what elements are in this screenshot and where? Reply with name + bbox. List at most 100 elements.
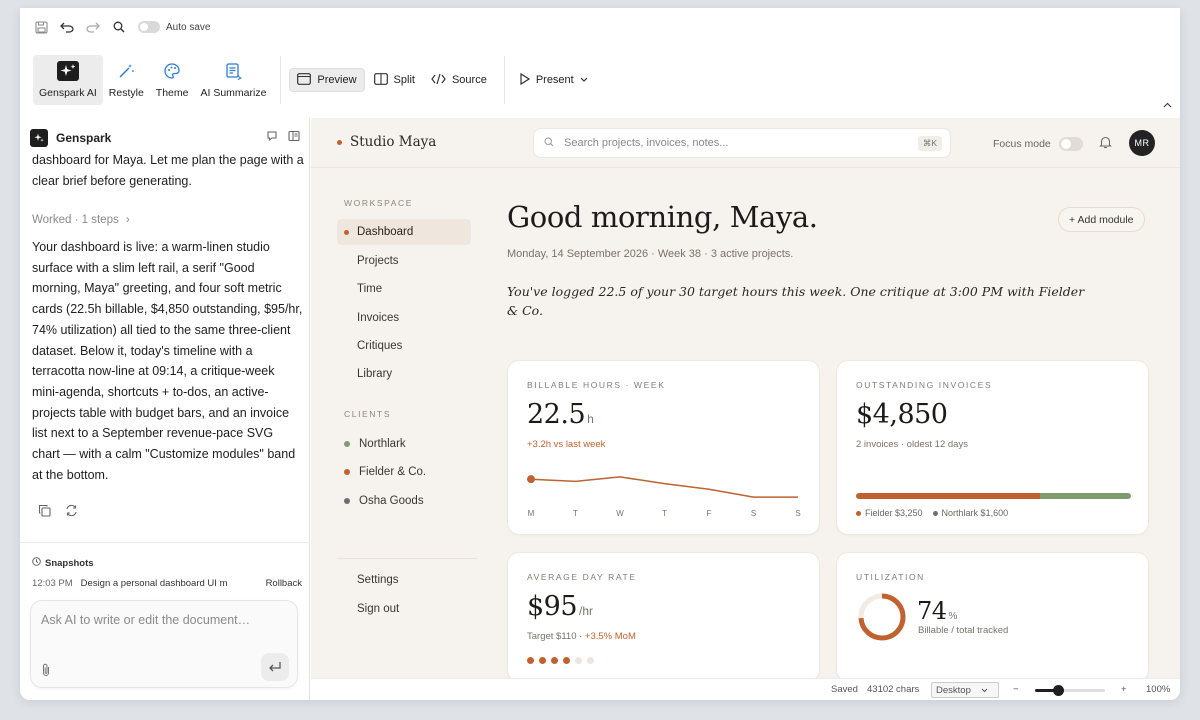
snapshot-time: 12:03 PM <box>32 578 73 589</box>
billable-value: 22.5 <box>527 399 586 430</box>
nav-item-invoices[interactable]: Invoices <box>337 305 471 331</box>
split-icon <box>373 72 388 88</box>
message-actions <box>38 504 78 522</box>
attach-icon[interactable] <box>41 663 51 682</box>
nav-item-settings[interactable]: Settings <box>337 567 471 593</box>
invoice-bar-segment <box>856 493 1041 499</box>
workspace-label: WORKSPACE <box>344 198 414 208</box>
chat-input-box[interactable]: Ask AI to write or edit the document… <box>30 600 298 688</box>
billable-hours-card[interactable]: BILLABLE HOURS · WEEK 22.5 h +3.2h vs las… <box>507 360 820 535</box>
clients-label: CLIENTS <box>344 409 392 420</box>
snapshot-item[interactable]: 12:03 PM Design a personal dashboard UI … <box>32 578 302 589</box>
outstanding-invoices-card[interactable]: OUTSTANDING INVOICES $4,850 2 invoices ·… <box>836 360 1149 535</box>
preview-button[interactable]: Preview <box>289 68 365 92</box>
zoom-out-button[interactable]: − <box>1013 684 1019 695</box>
util-sub: Billable / total tracked <box>918 625 1009 636</box>
nav-item-critiques[interactable]: Critiques <box>337 333 471 359</box>
dashboard-preview: Studio Maya Search projects, invoices, n… <box>311 118 1180 678</box>
source-button[interactable]: Source <box>424 68 494 92</box>
rollback-button[interactable]: Rollback <box>266 578 302 589</box>
rating-dot <box>527 657 534 664</box>
split-button[interactable]: Split <box>367 68 422 92</box>
preview-label: Preview <box>317 74 357 86</box>
snapshots-title: Snapshots <box>45 557 94 569</box>
chevron-right-icon: › <box>125 214 130 226</box>
sparkline-day-label: S <box>751 509 756 518</box>
nav-item-library[interactable]: Library <box>337 361 471 387</box>
editor-window: Auto save Genspark AI Restyle Theme AI S… <box>20 8 1180 700</box>
add-module-button[interactable]: + Add module <box>1058 207 1145 232</box>
left-rail: WORKSPACE Dashboard Projects Time Invoic… <box>337 198 477 514</box>
date-line: Monday, 14 September 2026 · Week 38 · 3 … <box>507 248 794 260</box>
billable-unit: h <box>587 412 594 426</box>
redo-icon[interactable] <box>86 20 100 34</box>
day-rate-card[interactable]: AVERAGE DAY RATE $95/hr Target $110 · +3… <box>507 552 820 678</box>
legend-northlark-label: Northlark $1,600 <box>941 508 1009 518</box>
rate-value: $95 <box>527 591 578 622</box>
save-icon[interactable] <box>34 20 48 34</box>
rate-delta: +3.5% MoM <box>584 631 636 642</box>
nav-item-projects[interactable]: Projects <box>337 248 471 274</box>
card-label: BILLABLE HOURS · WEEK <box>527 380 666 390</box>
copy-icon[interactable] <box>38 504 51 522</box>
snapshots-divider <box>20 542 310 543</box>
search-bar[interactable]: Search projects, invoices, notes... ⌘K <box>533 128 951 158</box>
snapshots-header: Snapshots <box>32 557 94 569</box>
zoom-slider[interactable] <box>1035 685 1105 696</box>
theme-button[interactable]: Theme <box>150 55 195 105</box>
undo-icon[interactable] <box>60 20 74 34</box>
search-icon[interactable] <box>112 20 126 34</box>
restyle-button[interactable]: Restyle <box>103 55 150 105</box>
ai-summarize-button[interactable]: AI Summarize <box>194 55 272 105</box>
collapse-toolbar-icon[interactable] <box>1163 100 1172 110</box>
chat-input-placeholder[interactable]: Ask AI to write or edit the document… <box>41 613 250 627</box>
search-icon <box>544 136 554 150</box>
zoom-slider-handle[interactable] <box>1053 685 1065 696</box>
panel-toggle-icon[interactable] <box>288 129 300 147</box>
zoom-level: 100% <box>1146 684 1171 695</box>
genspark-ai-button[interactable]: Genspark AI <box>33 55 103 105</box>
client-northlark[interactable]: Northlark <box>337 431 477 457</box>
focus-mode-toggle[interactable] <box>1058 137 1083 151</box>
present-button[interactable]: Present <box>513 68 595 92</box>
zoom-in-button[interactable]: + <box>1121 684 1127 695</box>
client-fielder[interactable]: Fielder & Co. <box>337 459 477 485</box>
new-chat-icon[interactable] <box>266 129 278 147</box>
sparkline-day-label: M <box>528 509 535 518</box>
device-value: Desktop <box>936 684 971 696</box>
rating-dot <box>587 657 594 664</box>
device-select[interactable]: Desktop <box>931 682 999 698</box>
sparkline-day-label: S <box>795 509 800 518</box>
utilization-card[interactable]: UTILIZATION 74% Billable / total tracked <box>836 552 1149 678</box>
save-status: Saved <box>831 684 858 695</box>
intro-text: You've logged 22.5 of your 30 target hou… <box>507 284 1085 318</box>
bell-icon[interactable] <box>1099 135 1112 154</box>
worked-steps-toggle[interactable]: Worked · 1 steps › <box>32 214 130 226</box>
toolbar-divider <box>503 56 505 104</box>
autosave-toggle[interactable] <box>138 21 160 33</box>
chat-title: Genspark <box>56 131 112 145</box>
card-value: 74% <box>917 597 957 625</box>
nav-item-dashboard[interactable]: Dashboard <box>337 219 471 246</box>
preview-icon <box>297 72 312 88</box>
split-label: Split <box>393 74 415 86</box>
rate-rating-dots <box>527 657 594 664</box>
char-count: 43102 chars <box>867 684 920 695</box>
restyle-label: Restyle <box>108 87 144 99</box>
regenerate-icon[interactable] <box>65 504 78 522</box>
code-icon <box>431 73 446 88</box>
sparkline-series <box>530 476 798 498</box>
send-button[interactable] <box>261 653 289 681</box>
avatar[interactable]: MR <box>1129 130 1155 156</box>
rate-sub: Target $110 · +3.5% MoM <box>527 631 636 642</box>
legend-dot <box>932 511 938 517</box>
brand[interactable]: Studio Maya <box>337 134 436 150</box>
client-name: Fielder & Co. <box>359 466 427 479</box>
sparkline-day-label: W <box>616 509 624 518</box>
search-input[interactable]: Search projects, invoices, notes... <box>564 137 728 149</box>
client-osha-goods[interactable]: Osha Goods <box>337 488 477 514</box>
client-color-dot <box>344 497 350 504</box>
nav-item-sign-out[interactable]: Sign out <box>337 596 471 622</box>
nav-item-time[interactable]: Time <box>337 276 471 302</box>
summarize-icon <box>222 61 244 81</box>
